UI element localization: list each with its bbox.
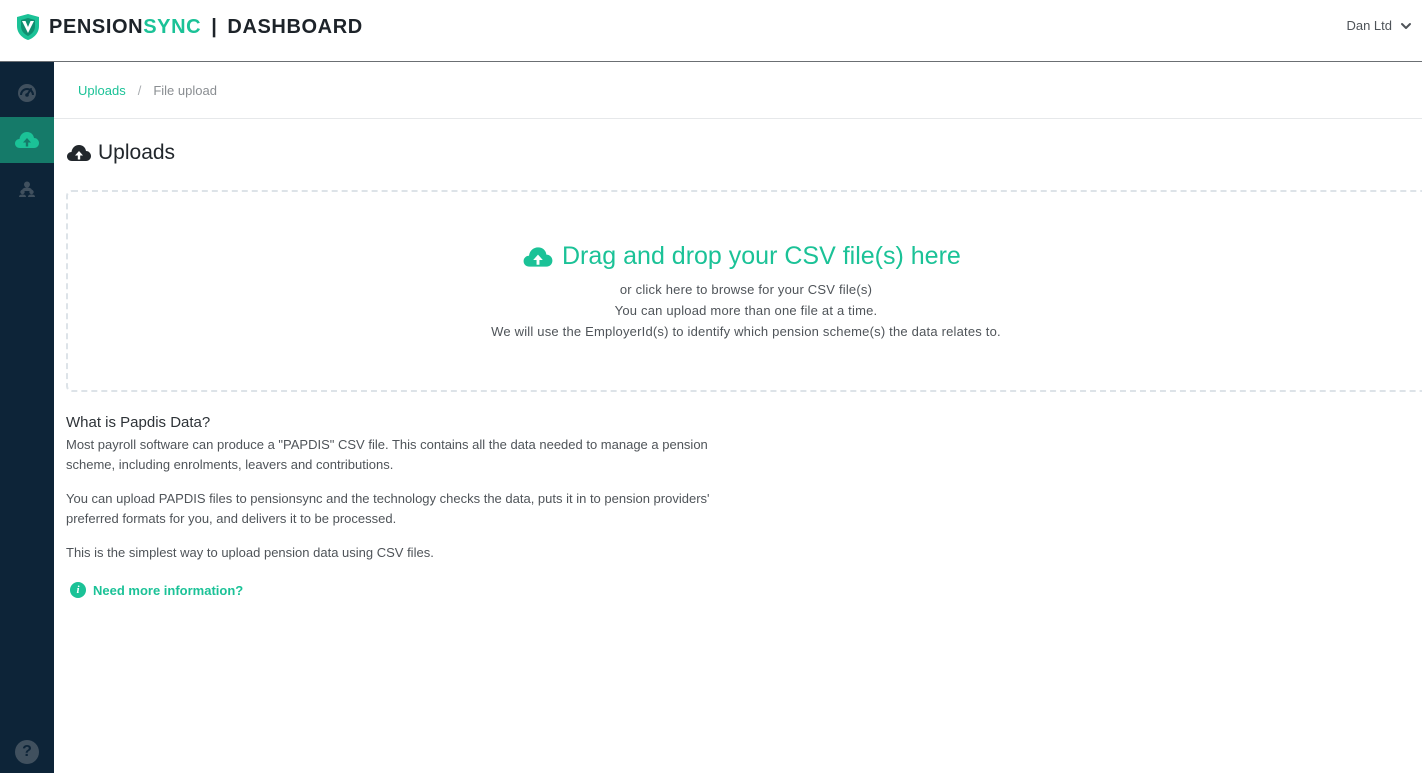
brand-text: PENSION SYNC | DASHBOARD [49,16,363,39]
account-name: Dan Ltd [1346,18,1392,33]
info-paragraph-2: You can upload PAPDIS files to pensionsy… [66,491,710,526]
sidebar: ? [0,62,54,773]
info-icon: i [70,582,86,598]
users-icon [19,181,35,197]
brand-separator: | [211,15,218,38]
sidebar-item-users[interactable] [0,166,54,212]
sidebar-item-dashboard[interactable] [0,70,54,116]
sidebar-item-uploads[interactable] [0,117,54,163]
dropzone-hint-multiple: You can upload more than one file at a t… [614,303,878,318]
more-information-link[interactable]: i Need more information? [70,582,243,598]
breadcrumb-uploads-link[interactable]: Uploads [78,83,126,98]
section-title: DASHBOARD [227,15,363,38]
help-button[interactable]: ? [15,740,39,764]
breadcrumb-current: File upload [153,82,217,98]
cloud-upload-icon [67,145,91,161]
csv-dropzone[interactable]: Drag and drop your CSV file(s) here or c… [66,190,1422,392]
shield-logo-icon [17,14,39,40]
chevron-down-icon [1401,22,1411,29]
top-bar: PENSION SYNC | DASHBOARD Dan Ltd [0,0,1422,62]
brand-name-part2: SYNC [143,15,202,38]
page-title-text: Uploads [98,141,176,164]
breadcrumb: Uploads / File upload [54,62,1422,119]
account-menu[interactable]: Dan Ltd [1346,18,1412,33]
cloud-upload-icon [15,132,39,148]
info-paragraph-1: Most payroll software can produce a "PAP… [66,437,708,472]
dropzone-heading-text: Drag and drop your CSV file(s) here [562,242,961,270]
browse-files-link[interactable]: or click here to browse for your CSV fil… [68,282,1422,297]
cloud-upload-icon [523,246,553,267]
help-icon: ? [22,743,32,760]
dropzone-hint-employerid: We will use the EmployerId(s) to identif… [491,324,1001,339]
page-title: Uploads [66,141,175,165]
papdis-info: What is Papdis Data? Most payroll softwa… [66,414,756,578]
brand[interactable]: PENSION SYNC | DASHBOARD [15,13,363,41]
more-information-text: Need more information? [93,582,244,598]
info-heading: What is Papdis Data? [66,414,211,431]
brand-name-part1: PENSION [49,15,144,38]
breadcrumb-separator: / [137,82,142,98]
info-paragraph-3: This is the simplest way to upload pensi… [66,545,434,560]
dropzone-heading: Drag and drop your CSV file(s) here [522,242,961,271]
speedometer-icon [18,84,36,102]
